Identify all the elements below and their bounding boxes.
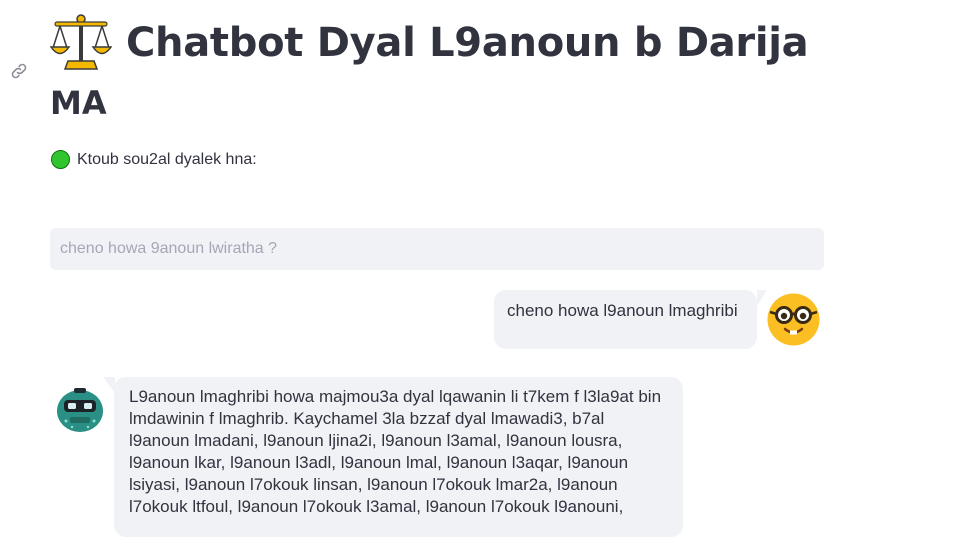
balance-scale-icon <box>50 14 112 70</box>
page-title: Chatbot Dyal L9anoun b Darija <box>50 12 809 74</box>
question-input[interactable] <box>50 228 824 270</box>
bot-message: L9anoun lmaghribi howa majmou3a dyal lqa… <box>114 377 683 537</box>
robot-icon <box>57 388 103 432</box>
user-message-text: cheno howa l9anoun lmaghribi <box>507 301 738 320</box>
user-bubble-tail <box>757 290 767 306</box>
link-icon[interactable] <box>9 62 29 80</box>
green-circle-icon <box>51 150 70 169</box>
nerd-face-icon <box>767 293 820 346</box>
bot-message-text: L9anoun lmaghribi howa majmou3a dyal lqa… <box>129 387 662 516</box>
title-continuation: MA <box>50 84 107 122</box>
title-text: Chatbot Dyal L9anoun b Darija <box>126 20 809 66</box>
prompt-label: Ktoub sou2al dyalek hna: <box>51 150 257 169</box>
user-message: cheno howa l9anoun lmaghribi <box>494 290 757 349</box>
prompt-label-text: Ktoub sou2al dyalek hna: <box>77 150 257 168</box>
